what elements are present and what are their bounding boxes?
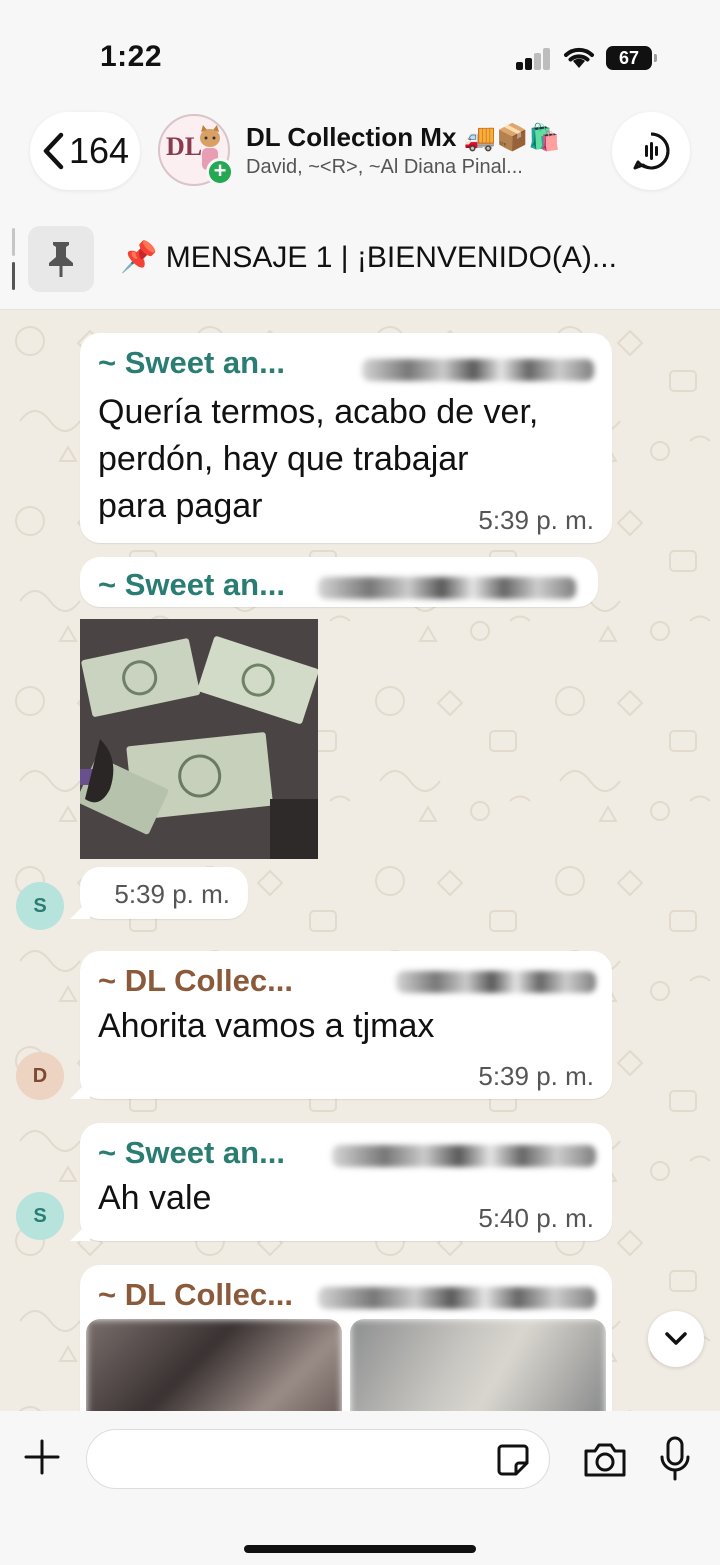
message-text-line: Ah vale bbox=[98, 1179, 212, 1217]
message-text: Ahorita vamos a tjmax bbox=[98, 1003, 434, 1050]
chat-area[interactable]: ~ Sweet an... Quería termos, acabo de ve… bbox=[0, 311, 720, 1411]
add-participant-badge: + bbox=[206, 158, 234, 186]
sender-avatar[interactable]: S bbox=[16, 882, 64, 930]
home-indicator bbox=[244, 1545, 476, 1553]
redacted-phone-number bbox=[362, 359, 594, 381]
wifi-icon bbox=[564, 47, 594, 68]
message-text-line: Ahorita vamos a tjmax bbox=[98, 1007, 435, 1045]
message-bubble[interactable]: ~ Sweet an... bbox=[80, 557, 598, 607]
redacted-phone-number bbox=[396, 971, 596, 993]
battery-icon: 67 bbox=[606, 46, 657, 70]
pushpin-emoji: 📌 bbox=[120, 241, 158, 274]
group-title[interactable]: DL Collection Mx 🚚📦🛍️ bbox=[246, 122, 561, 153]
message-time: 5:40 p. m. bbox=[478, 1203, 594, 1233]
message-bubble[interactable]: ~ Sweet an... Quería termos, acabo de ve… bbox=[80, 333, 612, 543]
message-bubble[interactable]: ~ DL Collec... Ahorita vamos a tjmax 5:3… bbox=[80, 951, 612, 1099]
message-sender[interactable]: ~ DL Collec... bbox=[98, 1277, 293, 1313]
message-text-line: Quería termos, acabo de ver, bbox=[98, 393, 539, 431]
message-text: Quería termos, acabo de ver, perdón, hay… bbox=[98, 389, 538, 530]
message-photo[interactable] bbox=[80, 619, 318, 859]
sticker-icon[interactable] bbox=[496, 1443, 530, 1477]
message-bubble[interactable]: ~ Sweet an... Ah vale 5:40 p. m. bbox=[80, 1123, 612, 1241]
redacted-phone-number bbox=[332, 1145, 596, 1167]
message-time: 5:39 p. m. bbox=[114, 879, 230, 909]
message-text: Ah vale bbox=[98, 1175, 211, 1222]
message-text-line: perdón, hay que trabajar bbox=[98, 440, 469, 478]
message-sender[interactable]: ~ Sweet an... bbox=[98, 567, 285, 603]
message-photo[interactable] bbox=[86, 1319, 342, 1411]
message-sender[interactable]: ~ Sweet an... bbox=[98, 1135, 285, 1171]
pinned-message-label: MENSAJE 1 | ¡BIENVENIDO(A)... bbox=[165, 241, 617, 274]
chevron-down-icon bbox=[665, 1332, 687, 1345]
message-text-line: para pagar bbox=[98, 487, 263, 525]
pin-icon bbox=[28, 226, 94, 292]
message-photo[interactable] bbox=[350, 1319, 606, 1411]
chat-header: 164 DL + DL Collection Mx 🚚📦🛍️ David, ~<… bbox=[0, 100, 720, 210]
message-sender[interactable]: ~ DL Collec... bbox=[98, 963, 293, 999]
status-time: 1:22 bbox=[100, 40, 163, 73]
redacted-phone-number bbox=[318, 577, 576, 599]
unread-count: 164 bbox=[68, 130, 130, 171]
status-bar: 1:22 67 bbox=[0, 0, 720, 110]
cellular-signal-icon bbox=[516, 48, 552, 70]
message-time: 5:39 p. m. bbox=[478, 1061, 594, 1091]
plus-icon[interactable] bbox=[22, 1437, 62, 1477]
dollar-bills-image bbox=[80, 619, 318, 859]
back-chevron-icon bbox=[43, 132, 64, 170]
voice-chat-icon bbox=[633, 132, 670, 170]
message-time: 5:39 p. m. bbox=[478, 505, 594, 535]
pinned-message-text: 📌 MENSAJE 1 | ¡BIENVENIDO(A)... bbox=[120, 240, 617, 275]
camera-icon[interactable] bbox=[582, 1441, 628, 1479]
back-button[interactable]: 164 bbox=[30, 112, 140, 190]
redacted-phone-number bbox=[318, 1287, 596, 1309]
sender-avatar[interactable]: S bbox=[16, 1192, 64, 1240]
group-members[interactable]: David, ~<R>, ~Al Diana Pinal... bbox=[246, 156, 523, 179]
pin-page-indicator bbox=[12, 228, 15, 290]
message-time-bubble: 5:39 p. m. bbox=[80, 867, 248, 919]
pinned-message-banner[interactable]: 📌 MENSAJE 1 | ¡BIENVENIDO(A)... bbox=[0, 210, 720, 310]
message-sender[interactable]: ~ Sweet an... bbox=[98, 345, 285, 381]
microphone-icon[interactable] bbox=[658, 1435, 692, 1483]
message-input[interactable] bbox=[86, 1429, 550, 1489]
message-input-bar bbox=[0, 1411, 720, 1565]
voice-chat-button[interactable] bbox=[612, 112, 690, 190]
sender-avatar[interactable]: D bbox=[16, 1052, 64, 1100]
message-bubble[interactable]: ~ DL Collec... bbox=[80, 1265, 612, 1411]
scroll-to-bottom-button[interactable] bbox=[648, 1311, 704, 1367]
